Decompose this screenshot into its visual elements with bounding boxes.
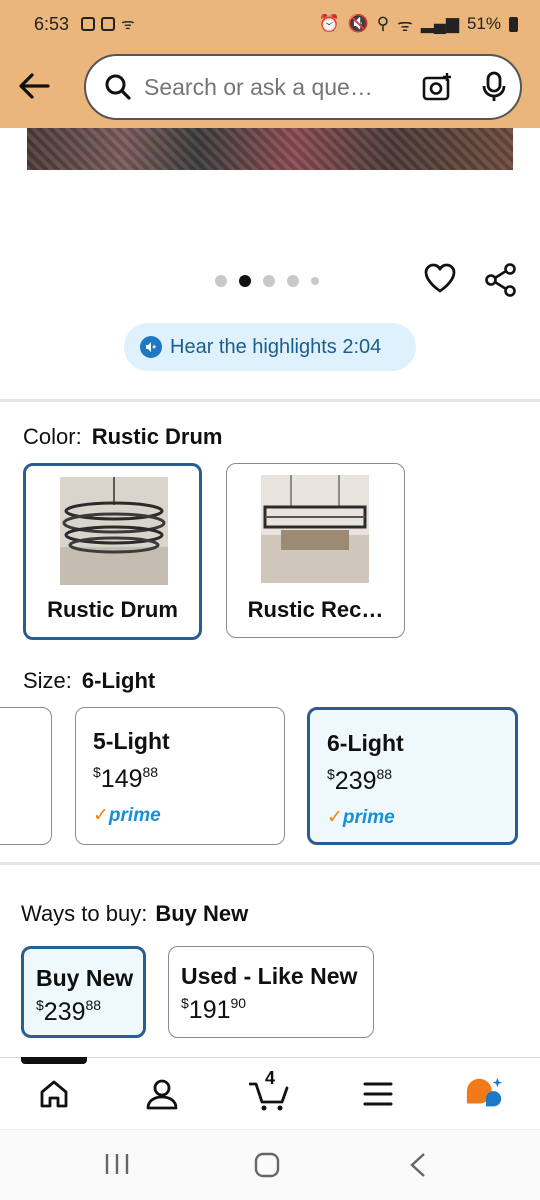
size-option-price: $23988 — [327, 766, 393, 795]
notification-icons: ᯤ — [81, 14, 135, 34]
size-option-5-light[interactable]: 5-Light $14988 ✓prime — [75, 707, 285, 845]
alarm-icon: ⏰ — [318, 14, 340, 33]
share-icon — [485, 263, 516, 297]
ways-to-buy-label: Ways to buy: — [21, 901, 148, 926]
size-option-price: $14988 — [93, 764, 159, 793]
buy-option-price: $19190 — [181, 995, 247, 1024]
color-selected-value: Rustic Drum — [91, 424, 223, 449]
size-selected-value: 6-Light — [81, 668, 156, 693]
color-label: Color: — [23, 424, 82, 449]
back-button[interactable] — [14, 66, 54, 106]
back-system-button[interactable] — [408, 1152, 428, 1183]
battery-icon — [509, 16, 518, 32]
size-option-6-light[interactable]: 6-Light $23988 ✓prime — [307, 707, 518, 845]
buy-option-name: Used - Like New — [181, 963, 358, 989]
prime-check-icon: ✓ — [93, 805, 109, 826]
wifi-icon: ᯤ — [397, 15, 413, 35]
color-label-line: Color: Rustic Drum — [23, 424, 222, 450]
search-bar[interactable] — [84, 54, 522, 120]
prime-badge: ✓prime — [327, 807, 395, 828]
rufus-icon — [466, 1077, 503, 1107]
camera-search-icon[interactable] — [422, 72, 454, 102]
rustic-drum-thumbnail — [60, 477, 168, 585]
color-option-rustic-drum[interactable]: Rustic Drum — [23, 463, 202, 640]
buy-option-new[interactable]: Buy New $23988 — [21, 946, 146, 1038]
status-time: 6:53 — [34, 13, 70, 34]
home-system-button[interactable] — [254, 1152, 280, 1183]
home-circle-icon — [254, 1152, 280, 1178]
carousel-dot — [263, 275, 275, 287]
home-icon — [40, 1080, 68, 1108]
nav-home[interactable] — [34, 1074, 74, 1114]
color-option-label: Rustic Drum — [47, 597, 178, 622]
header — [0, 48, 540, 128]
prime-badge: ✓prime — [93, 805, 161, 826]
bottom-navigation: 4 — [0, 1057, 540, 1129]
back-arrow-icon — [19, 73, 50, 99]
gallery-icon — [101, 17, 116, 31]
share-button[interactable] — [484, 262, 518, 303]
location-icon: ⚲ — [376, 14, 390, 33]
search-input[interactable] — [144, 73, 412, 101]
recent-apps-button[interactable] — [104, 1152, 130, 1181]
carousel-dot-active — [239, 275, 251, 287]
recent-apps-icon — [105, 1154, 129, 1174]
signal-icon: ▂▄▆ — [420, 14, 459, 33]
product-image[interactable] — [27, 128, 513, 170]
back-chevron-icon — [410, 1153, 425, 1177]
size-option-name: 6-Light — [327, 730, 404, 756]
wifi-call-icon: ᯤ — [121, 16, 135, 33]
buy-option-price: $23988 — [36, 997, 102, 1026]
color-option-label: Rustic Rec… — [247, 597, 384, 622]
account-icon — [146, 1079, 178, 1110]
status-bar: 6:53 ᯤ ⏰ 🔇 ⚲ ᯤ ▂▄▆ 51% — [0, 0, 540, 48]
section-divider — [0, 862, 540, 865]
cart-count: 4 — [265, 1068, 276, 1088]
wishlist-button[interactable] — [423, 262, 457, 299]
carousel-dot — [215, 275, 227, 287]
buy-option-used-like-new[interactable]: Used - Like New $19190 — [168, 946, 374, 1038]
size-option-name: 5-Light — [93, 728, 170, 754]
notification-icon — [81, 17, 96, 31]
buy-option-name: Buy New — [36, 965, 134, 991]
prime-check-icon: ✓ — [327, 807, 343, 828]
ways-to-buy-selected: Buy New — [155, 901, 249, 926]
heart-icon — [424, 263, 456, 293]
search-icon — [104, 73, 132, 101]
carousel-dot — [311, 277, 319, 285]
size-option-partial[interactable] — [0, 707, 52, 845]
active-tab-indicator — [21, 1057, 87, 1064]
system-nav-bar — [0, 1129, 540, 1200]
battery-percent: 51% — [466, 14, 501, 33]
size-label-line: Size: 6-Light — [23, 668, 155, 694]
microphone-icon[interactable] — [482, 71, 506, 103]
rustic-rectangle-thumbnail — [261, 475, 369, 583]
nav-menu[interactable] — [358, 1074, 398, 1114]
carousel-dots — [215, 275, 319, 287]
hear-highlights-label: Hear the highlights 2:04 — [170, 335, 382, 358]
nav-account[interactable] — [142, 1074, 182, 1114]
size-label: Size: — [23, 668, 72, 693]
audio-sparkle-icon — [140, 336, 162, 358]
nav-rufus[interactable] — [465, 1074, 505, 1114]
ways-to-buy-label-line: Ways to buy: Buy New — [21, 901, 248, 927]
nav-cart[interactable]: 4 — [248, 1068, 292, 1114]
hear-highlights-button[interactable]: Hear the highlights 2:04 — [124, 323, 416, 371]
color-option-rustic-rectangle[interactable]: Rustic Rec… — [226, 463, 405, 638]
section-divider — [0, 399, 540, 402]
menu-icon — [363, 1082, 393, 1106]
carousel-dot — [287, 275, 299, 287]
mute-icon: 🔇 — [347, 14, 369, 33]
